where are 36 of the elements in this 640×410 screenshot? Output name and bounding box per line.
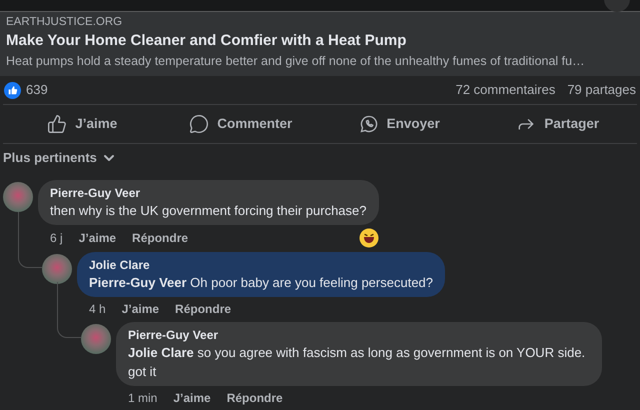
speech-bubble-icon [189, 114, 210, 134]
avatar[interactable] [81, 324, 111, 354]
comment-text: Pierre-Guy Veer Oh poor baby are you feeling persecuted? [89, 274, 434, 292]
comment-author[interactable]: Jolie Clare [89, 257, 434, 273]
link-domain: EARTHJUSTICE.ORG [6, 15, 124, 30]
chat-phone-icon [358, 114, 379, 134]
link-description: Heat pumps hold a steady temperature better and give off none of the unhealthy fumes of traditional fu… [6, 53, 586, 70]
action-button[interactable]: Commenter [162, 105, 320, 143]
comment-author[interactable]: Pierre-Guy Veer [50, 185, 367, 201]
comment-author[interactable]: Pierre-Guy Veer [128, 327, 590, 343]
reply-link[interactable]: Répondre [226, 389, 283, 407]
comment-count[interactable]: 72 commentaires [456, 80, 556, 100]
thread-line [18, 212, 42, 268]
action-button[interactable]: Envoyer [320, 105, 478, 143]
avatar[interactable] [3, 182, 33, 212]
share-count[interactable]: 79 partages [567, 80, 636, 100]
like-link[interactable]: J’aime [173, 389, 211, 407]
action-button[interactable]: J’aime [3, 105, 162, 143]
link-preview-card[interactable]: EARTHJUSTICE.ORG Make Your Home Cleaner and Comfier with a Heat Pump Heat pumps hold a steady temperature better and give off none of the unhealthy fumes of traditional fu… [0, 12, 640, 76]
comment-time[interactable]: 4 h [89, 300, 106, 318]
like-link[interactable]: J’aime [122, 300, 160, 318]
reply-link[interactable]: Répondre [175, 300, 232, 318]
sort-dropdown[interactable]: Plus pertinents [0, 144, 120, 172]
thread-line [57, 282, 81, 338]
comment-text: then why is the UK government forcing their purchase? [50, 202, 367, 220]
comment-time[interactable]: 6 j [50, 229, 63, 247]
comment-time[interactable]: 1 min [128, 389, 158, 407]
link-title: Make Your Home Cleaner and Comfier with a Heat Pump [6, 31, 408, 51]
action-button[interactable]: Partager [478, 105, 637, 143]
thumbs-up-icon [47, 114, 68, 134]
avatar[interactable] [42, 254, 72, 284]
like-link[interactable]: J’aime [78, 229, 116, 247]
like-reaction-icon [4, 82, 21, 98]
comment-text: Jolie Clare so you agree with fascism as long as government is on YOUR side. got it [128, 344, 586, 381]
like-count[interactable]: 639 [26, 80, 48, 100]
reply-link[interactable]: Répondre [132, 229, 188, 247]
